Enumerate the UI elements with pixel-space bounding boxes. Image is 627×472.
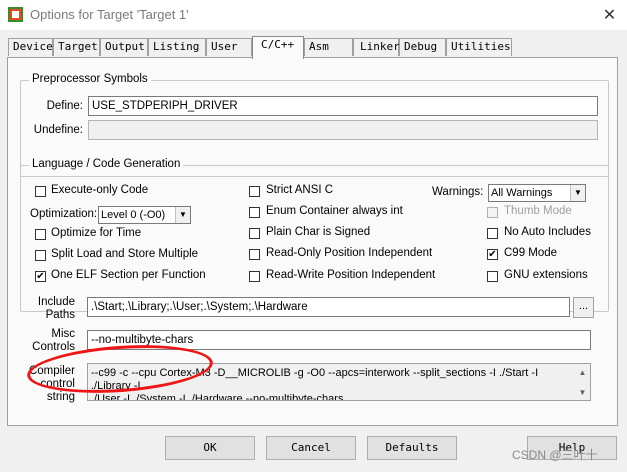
one-elf-checkbox[interactable]: ✔ <box>35 271 46 282</box>
define-label: Define: <box>46 100 83 112</box>
tab-output[interactable]: Output <box>100 38 148 56</box>
split-load-label: Split Load and Store Multiple <box>51 248 199 260</box>
misc-controls-input[interactable]: --no-multibyte-chars <box>87 330 591 350</box>
tab-user[interactable]: User <box>206 38 252 56</box>
include-label-line2: Paths <box>45 309 75 321</box>
compiler-string-label: Compiler control string <box>24 365 75 404</box>
optimization-label: Optimization: <box>30 208 98 220</box>
strict-ansi-label: Strict ANSI C <box>266 184 334 196</box>
compiler-label-line2: control <box>40 378 75 390</box>
defaults-button[interactable]: Defaults <box>367 436 457 460</box>
ro-pi-label: Read-Only Position Independent <box>266 247 433 259</box>
define-input[interactable]: USE_STDPERIPH_DRIVER <box>88 96 598 116</box>
include-paths-input[interactable]: .\Start;.\Library;.\User;.\System;.\Hard… <box>87 297 570 317</box>
close-icon: ✕ <box>602 7 617 24</box>
compiler-label-line1: Compiler <box>28 365 75 377</box>
split-load-checkbox[interactable] <box>35 250 46 261</box>
c-cpp-panel: Preprocessor Symbols Define: USE_STDPERI… <box>7 57 618 426</box>
misc-label-line2: Controls <box>32 341 75 353</box>
include-paths-label: Include Paths <box>24 296 75 322</box>
plain-char-checkbox[interactable] <box>249 228 260 239</box>
rw-pi-checkbox[interactable] <box>249 271 260 282</box>
compiler-line-2: ./User -I ./System -I ./Hardware --no-mu… <box>91 393 344 401</box>
warnings-select[interactable]: All Warnings ▼ <box>488 184 586 202</box>
execute-only-label: Execute-only Code <box>51 184 149 196</box>
chevron-down-icon: ▼ <box>175 207 190 223</box>
compiler-label-line3: string <box>46 391 75 403</box>
one-elf-label: One ELF Section per Function <box>51 269 206 281</box>
warnings-value: All Warnings <box>491 187 553 199</box>
execute-only-checkbox[interactable] <box>35 186 46 197</box>
optimization-select[interactable]: Level 0 (-O0) ▼ <box>98 206 191 224</box>
tab-utilities[interactable]: Utilities <box>446 38 512 56</box>
options-dialog: Device Target Output Listing User C/C++ … <box>0 30 627 472</box>
tab-c-cpp[interactable]: C/C++ <box>252 36 304 59</box>
misc-label-line1: Misc <box>51 328 75 340</box>
scroll-up-icon[interactable]: ▲ <box>575 366 590 378</box>
cancel-button[interactable]: Cancel <box>266 436 356 460</box>
compiler-scrollbar[interactable]: ▲ ▼ <box>575 364 590 400</box>
c99-mode-label: C99 Mode <box>504 247 558 259</box>
undefine-input[interactable] <box>88 120 598 140</box>
compiler-line-1: --c99 -c --cpu Cortex-M3 -D__MICROLIB -g… <box>91 367 539 392</box>
thumb-mode-label: Thumb Mode <box>504 205 572 217</box>
undefine-label: Undefine: <box>33 124 83 136</box>
checkmark-icon: ✔ <box>488 249 497 260</box>
tab-asm[interactable]: Asm <box>304 38 353 56</box>
optimize-time-label: Optimize for Time <box>51 227 142 239</box>
c99-mode-checkbox[interactable]: ✔ <box>487 249 498 260</box>
compiler-string-box[interactable]: --c99 -c --cpu Cortex-M3 -D__MICROLIB -g… <box>87 363 591 401</box>
codegen-title: Language / Code Generation <box>29 158 184 170</box>
rw-pi-label: Read-Write Position Independent <box>266 269 436 281</box>
keil-uvision-icon <box>8 7 23 22</box>
ro-pi-checkbox[interactable] <box>249 249 260 260</box>
plain-char-label: Plain Char is Signed <box>266 226 371 238</box>
gnu-ext-checkbox[interactable] <box>487 271 498 282</box>
include-browse-button[interactable]: ... <box>573 297 594 318</box>
strict-ansi-checkbox[interactable] <box>249 186 260 197</box>
gnu-ext-label: GNU extensions <box>504 269 588 281</box>
tab-target[interactable]: Target <box>53 38 100 56</box>
ok-button[interactable]: OK <box>165 436 255 460</box>
no-auto-includes-checkbox[interactable] <box>487 228 498 239</box>
chevron-down-icon: ▼ <box>570 185 585 201</box>
watermark: CSDN @三叶十 <box>512 448 598 462</box>
optimization-value: Level 0 (-O0) <box>101 209 166 221</box>
window-title: Options for Target 'Target 1' <box>30 7 189 22</box>
tab-listing[interactable]: Listing <box>148 38 206 56</box>
tab-linker[interactable]: Linker <box>353 38 400 56</box>
close-button[interactable]: ✕ <box>592 0 627 30</box>
optimize-time-checkbox[interactable] <box>35 229 46 240</box>
enum-int-checkbox[interactable] <box>249 207 260 218</box>
no-auto-includes-label: No Auto Includes <box>504 226 591 238</box>
misc-controls-label: Misc Controls <box>24 328 75 354</box>
tab-debug[interactable]: Debug <box>399 38 446 56</box>
checkmark-icon: ✔ <box>36 271 45 282</box>
codegen-group: Language / Code Generation Execute-only … <box>20 158 609 312</box>
title-bar: Options for Target 'Target 1' ✕ <box>0 0 627 30</box>
scroll-down-icon[interactable]: ▼ <box>575 386 590 398</box>
preprocessor-title: Preprocessor Symbols <box>29 73 151 85</box>
enum-int-label: Enum Container always int <box>266 205 403 217</box>
thumb-mode-checkbox[interactable] <box>487 207 498 218</box>
warnings-label: Warnings: <box>432 186 484 198</box>
tab-device[interactable]: Device <box>8 38 53 56</box>
include-label-line1: Include <box>37 296 75 308</box>
